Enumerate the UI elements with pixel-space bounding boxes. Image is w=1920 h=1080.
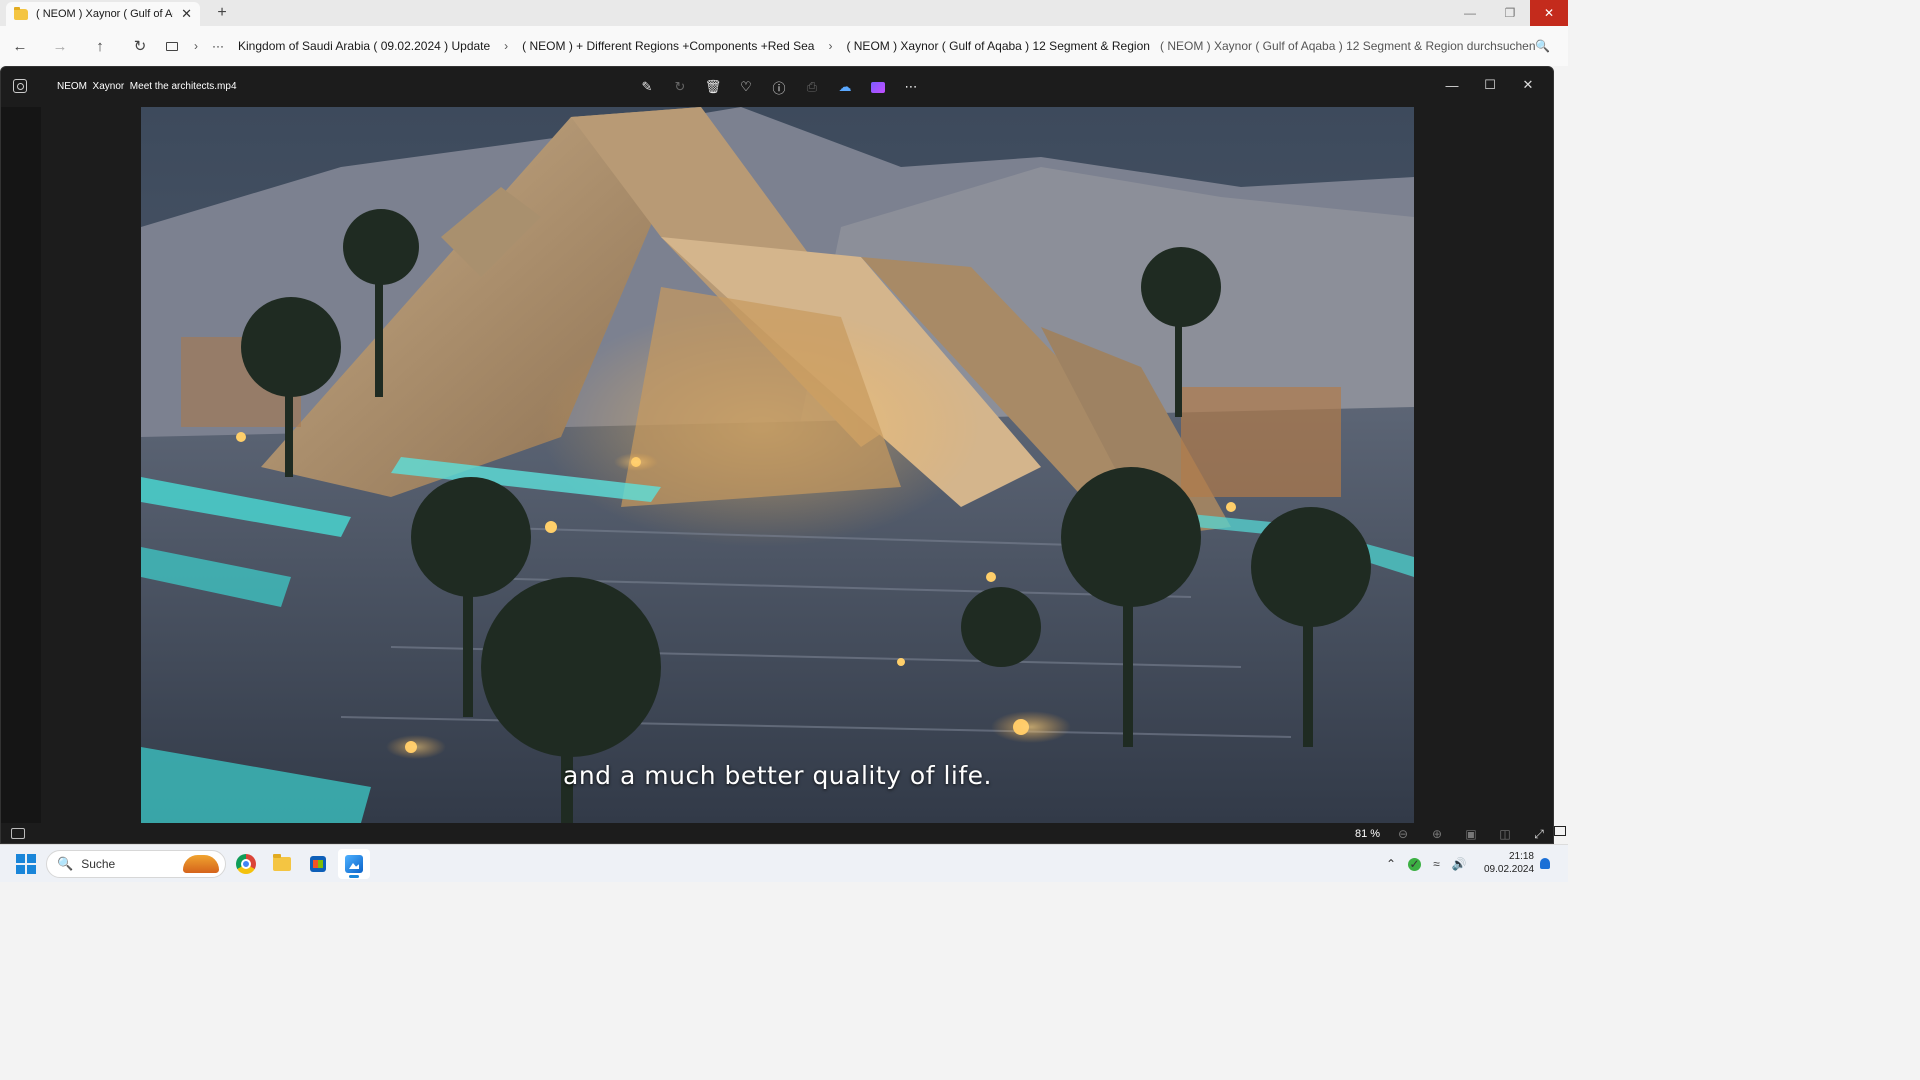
breadcrumb-chevron[interactable]: › [194,39,198,53]
viewer-minimize-button[interactable]: — [1433,71,1471,99]
video-subtitle: and a much better quality of life. [563,761,992,790]
video-scene [141,107,1414,823]
clipchamp-icon[interactable] [866,75,890,99]
explorer-window-controls: — ❐ ✕ [1450,0,1568,26]
zoom-controls: ⊖ ⊕ ▣ ◫ ⤢ [1395,826,1547,842]
breadcrumb-overflow[interactable]: ··· [212,39,224,53]
fullscreen-icon[interactable]: ⤢ [1531,826,1547,842]
explorer-address-bar: ← → ↑ ↻ › ··· Kingdom of Saudi Arabia ( … [0,26,1568,66]
explorer-tab-strip: ( NEOM ) Xaynor ( Gulf of Aqa ✕ + — ❐ ✕ [0,0,1568,26]
viewer-close-button[interactable]: ✕ [1509,71,1547,99]
viewer-title: NEOM Xaynor Meet the architects.mp4 [57,81,237,92]
favorite-icon[interactable]: ♡ [734,75,758,99]
show-hidden-icons-chevron-icon[interactable]: ⌃ [1386,857,1396,871]
taskbar-apps [230,849,370,879]
actual-size-icon[interactable]: ◫ [1497,826,1513,842]
taskbar-search-label: Suche [81,857,116,871]
computer-icon[interactable] [166,41,178,51]
tab-close-button[interactable]: ✕ [181,6,192,22]
windows-start-icon[interactable] [16,854,36,874]
more-icon[interactable]: ⋯ [899,75,923,99]
clock-time: 21:18 [1508,851,1534,862]
security-shield-icon[interactable]: ✓ [1408,857,1422,871]
delete-icon[interactable]: 🗑 [701,75,725,99]
breadcrumb-chevron[interactable]: › [828,39,832,53]
search-icon: 🔍 [57,856,74,871]
taskbar-search-box[interactable]: 🔍 Suche [46,850,226,878]
folder-icon [14,6,28,20]
close-button[interactable]: ✕ [1530,0,1568,26]
photos-app-icon [13,79,27,93]
explorer-search-input[interactable]: ( NEOM ) Xaynor ( Gulf of Aqaba ) 12 Seg… [1150,30,1560,62]
rotate-icon[interactable]: ↻ [668,75,692,99]
tab-title: ( NEOM ) Xaynor ( Gulf of Aqa [36,8,174,20]
taskbar-file-explorer[interactable] [266,849,298,879]
zoom-level: 81 % [1355,828,1381,840]
zoom-out-icon[interactable]: ⊖ [1395,826,1411,842]
viewer-maximize-button[interactable]: ☐ [1471,71,1509,99]
volume-icon[interactable]: 🔊 [1452,857,1467,871]
notification-bell-icon[interactable] [1540,858,1550,869]
onedrive-icon[interactable]: ☁ [833,75,857,99]
search-icon: 🔍 [1535,39,1550,53]
file-explorer-icon [273,854,291,871]
clock-date: 09.02.2024 [1484,864,1535,875]
system-tray: ⌃ ✓ ≈ 🔊 [1386,845,1467,883]
viewer-toolbar: ✎ ↻ 🗑 ♡ ⓘ ⎙ ☁ ⋯ [635,75,923,99]
zoom-in-icon[interactable]: ⊕ [1429,826,1445,842]
edit-icon[interactable]: ✎ [635,75,659,99]
info-icon[interactable]: ⓘ [767,75,791,99]
breadcrumb-item-saudi-arabia[interactable]: Kingdom of Saudi Arabia ( 09.02.2024 ) U… [238,39,490,53]
restore-button[interactable]: ❐ [1490,0,1530,26]
search-highlight-pizza-icon[interactable] [183,855,219,873]
viewer-statusbar: 81 % ⊖ ⊕ ▣ ◫ ⤢ [1,823,1553,845]
viewer-titlebar: NEOM Xaynor Meet the architects.mp4 ✎ ↻ … [1,67,1553,107]
filmstrip-icon[interactable] [11,828,25,839]
photos-viewer-window: NEOM Xaynor Meet the architects.mp4 ✎ ↻ … [0,66,1554,844]
taskbar: 🔍 Suche ⌃ ✓ ≈ 🔊 21:18 09.02.2024 [0,844,1568,882]
breadcrumb-chevron[interactable]: › [504,39,508,53]
wifi-icon[interactable]: ≈ [1433,857,1440,871]
taskbar-photos[interactable] [338,849,370,879]
restore-overlay-icon[interactable] [1554,826,1566,836]
breadcrumb-item-neom-regions[interactable]: ( NEOM ) + Different Regions +Components… [522,39,814,53]
new-tab-button[interactable]: + [214,4,230,22]
search-placeholder: ( NEOM ) Xaynor ( Gulf of Aqaba ) 12 Seg… [1160,39,1536,53]
minimize-button[interactable]: — [1450,0,1490,26]
print-icon[interactable]: ⎙ [800,75,824,99]
taskbar-clock[interactable]: 21:18 09.02.2024 [1484,850,1534,876]
refresh-button[interactable]: ↻ [120,26,160,66]
viewer-window-controls: — ☐ ✕ [1433,71,1547,99]
back-button[interactable]: ← [0,26,40,66]
viewer-left-strip [1,107,41,823]
taskbar-chrome[interactable] [230,849,262,879]
taskbar-store[interactable] [302,849,334,879]
photos-icon [345,855,363,873]
explorer-tab[interactable]: ( NEOM ) Xaynor ( Gulf of Aqa ✕ [6,2,200,26]
store-icon [310,856,326,872]
forward-button[interactable]: → [40,26,80,66]
up-button[interactable]: ↑ [80,26,120,66]
breadcrumb: › ··· Kingdom of Saudi Arabia ( 09.02.20… [166,26,1150,66]
fit-to-window-icon[interactable]: ▣ [1463,826,1479,842]
breadcrumb-item-xaynor[interactable]: ( NEOM ) Xaynor ( Gulf of Aqaba ) 12 Seg… [846,39,1149,53]
video-frame[interactable]: and a much better quality of life. [141,107,1414,823]
chrome-icon [236,854,256,874]
